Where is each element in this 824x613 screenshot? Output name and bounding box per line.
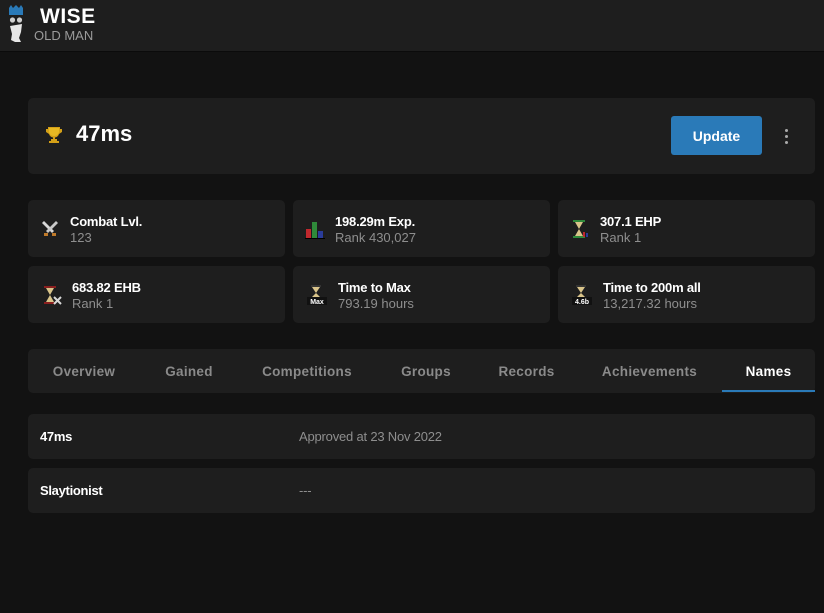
stat-title: Time to 200m all — [603, 280, 701, 295]
stat-value: 123 — [70, 230, 92, 245]
stat-value: 793.19 hours — [338, 296, 414, 311]
tab-overview[interactable]: Overview — [28, 349, 140, 393]
name-status: Approved at 23 Nov 2022 — [299, 429, 442, 444]
name-value: Slaytionist — [40, 483, 103, 498]
ehp-hourglass-icon — [573, 220, 588, 238]
name-status: --- — [299, 483, 312, 498]
stats-bars-icon — [305, 222, 325, 239]
tab-names[interactable]: Names — [722, 349, 815, 393]
crossed-swords-icon — [42, 221, 58, 236]
stat-title: Combat Lvl. — [70, 214, 143, 229]
stat-title: 683.82 EHB — [72, 280, 141, 295]
svg-text:Max: Max — [310, 299, 324, 305]
logo-subtitle: OLD MAN — [34, 28, 94, 43]
player-name: 47ms — [76, 121, 133, 146]
tab-groups[interactable]: Groups — [376, 349, 476, 393]
name-history-row: Slaytionist --- — [28, 468, 815, 513]
top-bar: WISE OLD MAN — [0, 0, 824, 52]
svg-text:4.6b: 4.6b — [575, 299, 589, 305]
stat-card-time-to-200m: 4.6b Time to 200m all 13,217.32 hours — [558, 266, 815, 323]
stat-card-ehp: 307.1 EHP Rank 1 — [558, 200, 815, 257]
wise-old-man-logo-icon — [9, 5, 23, 42]
stat-title: 198.29m Exp. — [335, 214, 415, 229]
ehb-hourglass-icon — [44, 286, 62, 305]
stat-value: Rank 430,027 — [335, 230, 416, 245]
stat-card-exp: 198.29m Exp. Rank 430,027 — [293, 200, 550, 257]
more-dot — [784, 134, 788, 138]
trophy-icon — [46, 127, 62, 143]
name-value: 47ms — [40, 429, 73, 444]
profile-tabs: Overview Gained Competitions Groups Reco… — [28, 349, 815, 393]
stat-card-time-to-max: Max Time to Max 793.19 hours — [293, 266, 550, 323]
name-history-row: 47ms Approved at 23 Nov 2022 — [28, 414, 815, 459]
stat-card-combat: Combat Lvl. 123 — [28, 200, 285, 257]
player-header: 47ms Update — [28, 98, 815, 174]
tab-records[interactable]: Records — [476, 349, 577, 393]
more-dot — [784, 140, 788, 144]
tab-achievements[interactable]: Achievements — [577, 349, 722, 393]
stat-card-ehb: 683.82 EHB Rank 1 — [28, 266, 285, 323]
more-dot — [784, 128, 788, 132]
more-options-button[interactable] — [778, 124, 794, 148]
logo-title: WISE — [40, 5, 96, 28]
max-hourglass-icon: Max — [307, 285, 327, 305]
logo[interactable]: WISE OLD MAN — [6, 4, 96, 46]
stat-value: Rank 1 — [600, 230, 642, 245]
stat-title: Time to Max — [338, 280, 411, 295]
tab-competitions[interactable]: Competitions — [238, 349, 376, 393]
stat-title: 307.1 EHP — [600, 214, 662, 229]
tab-gained[interactable]: Gained — [140, 349, 238, 393]
update-button[interactable]: Update — [671, 116, 762, 155]
200m-hourglass-icon: 4.6b — [572, 285, 592, 305]
stat-value: Rank 1 — [72, 296, 114, 311]
stat-value: 13,217.32 hours — [603, 296, 697, 311]
